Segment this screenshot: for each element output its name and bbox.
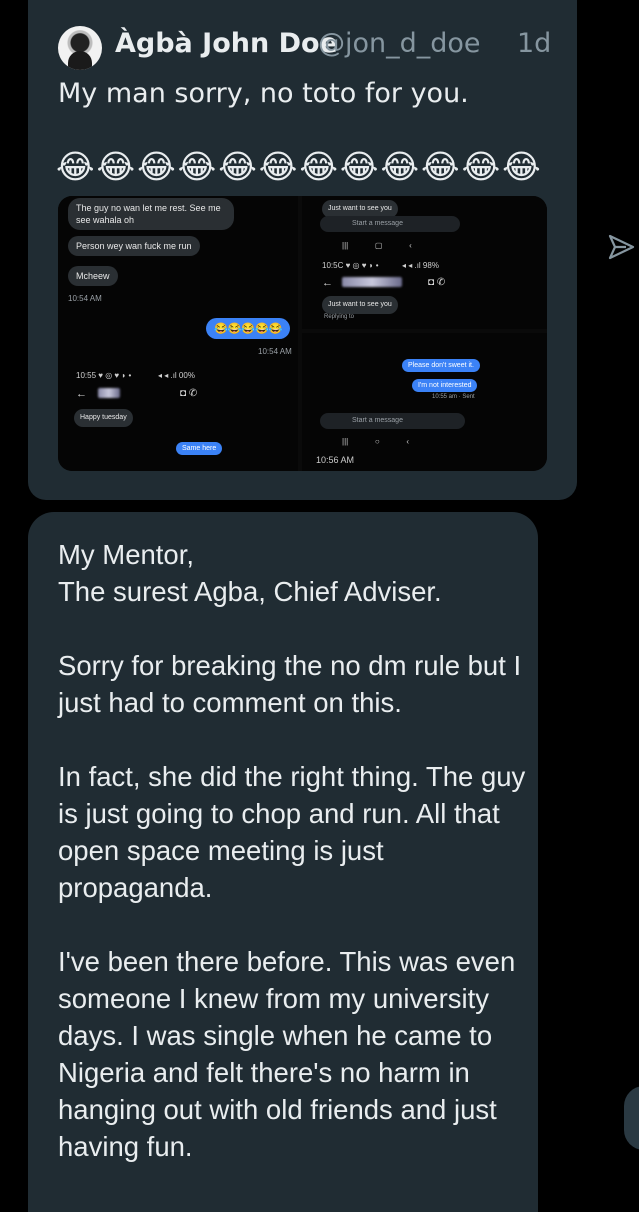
status-bar: 10:5C ♥ ◎ ♥ ◗ • xyxy=(322,261,379,270)
screenshot-time: 10:56 AM xyxy=(316,455,355,465)
media-screenshot-right-top[interactable]: Just want to see you Start a message |||… xyxy=(302,196,547,329)
send-icon[interactable] xyxy=(606,232,636,262)
media-screenshot-left[interactable]: The guy no wan let me rest. See me see w… xyxy=(58,196,298,471)
compose-placeholder: Start a message xyxy=(352,417,403,424)
author-name: Àgbà John Doe xyxy=(115,28,338,59)
call-icon[interactable]: ◘ ✆ xyxy=(180,388,197,399)
message-bubble: Person wey wan fuck me run xyxy=(68,236,200,256)
sent-status: 10:55 am · Sent xyxy=(432,394,475,400)
sent-bubble: I'm not interested xyxy=(412,379,478,392)
tweet-media[interactable]: The guy no wan let me rest. See me see w… xyxy=(58,196,547,471)
nav-buttons[interactable]: ||| ▢ ‹ xyxy=(342,241,412,250)
nav-buttons[interactable]: ||| ○ ‹ xyxy=(342,437,409,446)
compose-placeholder: Start a message xyxy=(352,220,403,227)
emoji-row: 😂😂😂😂😂😂😂😂😂😂😂😂 xyxy=(56,147,543,186)
scroll-down-button[interactable] xyxy=(624,1086,639,1150)
status-bar: 10:55 ♥ ◎ ♥ ◗ • xyxy=(76,371,132,380)
sent-bubble: Same here xyxy=(176,442,223,455)
message-bubble: Just want to see you xyxy=(322,296,398,314)
author-handle: @jon_d_doe xyxy=(318,28,481,59)
message-time: 10:54 AM xyxy=(68,294,102,303)
replying-label: Replying to xyxy=(324,314,355,320)
message-bubble: The guy no wan let me rest. See me see w… xyxy=(68,198,234,230)
message-time: 10:54 AM xyxy=(258,347,292,356)
avatar xyxy=(58,26,102,70)
message-text: My Mentor, The surest Agba, Chief Advise… xyxy=(58,539,526,1162)
message-bubble: Mcheew xyxy=(68,266,118,286)
media-screenshot-right-bottom[interactable]: Please don't sweet it. I'm not intereste… xyxy=(302,333,547,471)
blurred-avatar xyxy=(98,388,120,398)
battery: ◂ ◂ .ıl 98% xyxy=(402,261,439,270)
sent-bubble: Please don't sweet it. xyxy=(402,359,480,372)
tweet-text: My man sorry, no toto for you. xyxy=(58,78,469,109)
message-bubble: Happy tuesday xyxy=(74,409,133,427)
back-arrow-icon[interactable]: ← xyxy=(322,277,333,289)
call-icon[interactable]: ◘ ✆ xyxy=(428,277,445,288)
back-arrow-icon[interactable]: ← xyxy=(76,388,87,400)
sent-bubble: 😂😂😂😂😂 xyxy=(206,318,291,339)
blurred-avatar xyxy=(342,277,402,287)
battery: ◂ ◂ .ıl 00% xyxy=(158,371,195,380)
tweet-time: 1d xyxy=(517,28,552,59)
